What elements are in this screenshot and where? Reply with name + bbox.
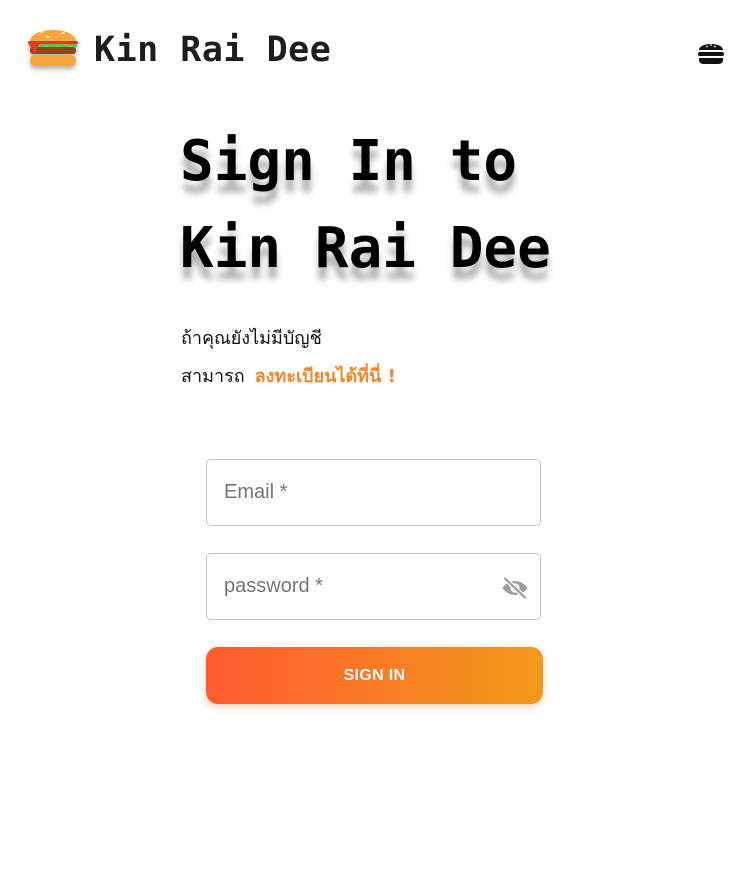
sign-in-button[interactable]: SIGN IN — [206, 647, 543, 704]
eye-off-icon[interactable] — [500, 573, 530, 603]
password-input[interactable] — [207, 554, 540, 619]
sign-in-page: Kin Rai Dee Sign In to Kin Rai Dee ถ้าคุ… — [0, 0, 749, 892]
register-prompt: สามารถ ลงทะเบียนได้ที่นี่ ! — [181, 364, 396, 390]
page-title-line-1: Sign In to — [180, 129, 518, 194]
no-account-text: ถ้าคุณยังไม่มีบัญชี — [181, 328, 322, 349]
register-prompt-prefix: สามารถ — [181, 366, 245, 387]
register-link[interactable]: ลงทะเบียนได้ที่นี่ ! — [255, 366, 396, 387]
email-input[interactable] — [207, 460, 540, 525]
password-field-container — [206, 553, 541, 620]
burger-logo-icon[interactable] — [24, 18, 82, 74]
page-title-line-2: Kin Rai Dee — [180, 216, 551, 281]
page-title: Sign In to Kin Rai Dee — [180, 118, 551, 292]
email-field-container — [206, 459, 541, 526]
brand-name[interactable]: Kin Rai Dee — [94, 28, 331, 72]
burger-menu-icon[interactable] — [694, 36, 728, 70]
